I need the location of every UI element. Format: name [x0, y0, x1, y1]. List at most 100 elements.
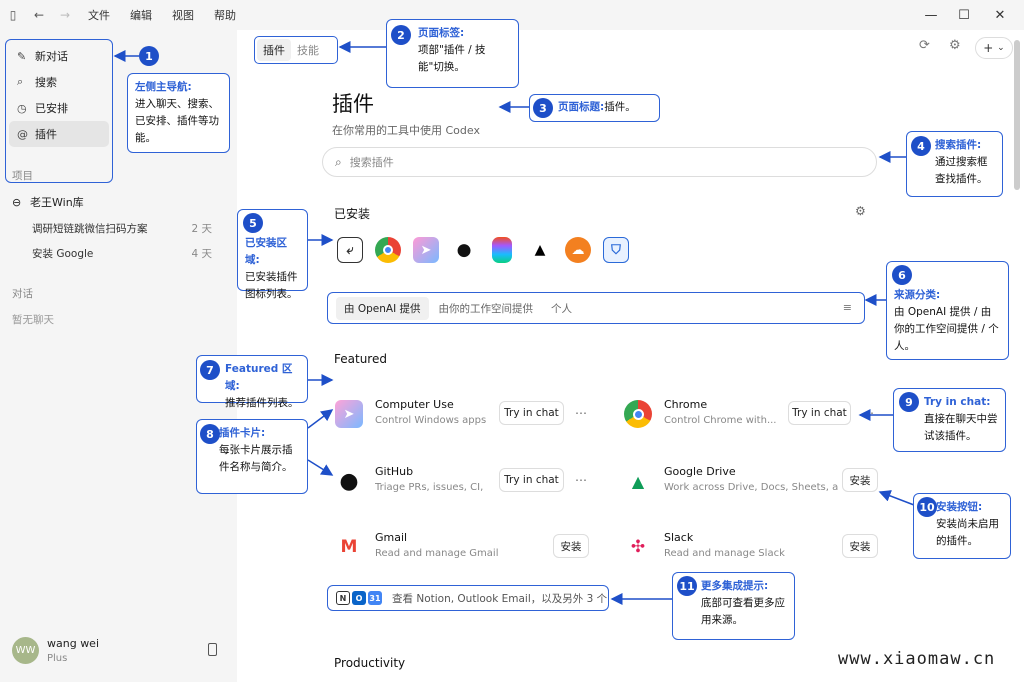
figma-icon[interactable] — [492, 237, 512, 263]
back-arrow-icon[interactable]: ← — [26, 0, 52, 30]
plugin-card[interactable]: ✣ Slack Read and manage Slack 安装 — [624, 526, 889, 570]
menu-help[interactable]: 帮助 — [204, 7, 246, 23]
callout-body: 每张卡片展示插件名称与简介。 — [219, 444, 293, 473]
computer-use-icon[interactable]: ⤶ — [337, 237, 363, 263]
more-integrations-link[interactable]: N O 31 查看 Notion, Outlook Email，以及另外 3 个 — [327, 585, 609, 611]
callout-title: 左侧主导航: — [135, 81, 192, 93]
forward-arrow-icon[interactable]: → — [52, 0, 78, 30]
codex-icon[interactable]: ➤ — [413, 237, 439, 263]
cloudflare-icon[interactable]: ☁ — [565, 237, 591, 263]
annotation-badge: 8 — [200, 424, 220, 444]
projects-label: 项目 — [12, 170, 33, 182]
refresh-icon[interactable]: ⟳ — [919, 38, 930, 53]
install-button[interactable]: 安装 — [553, 534, 589, 558]
user-profile[interactable]: WW wang wei Plus — [12, 637, 99, 664]
annotation-badge: 2 — [391, 25, 411, 45]
sidebar-item-plugins[interactable]: @ 插件 — [9, 121, 109, 147]
callout-title: 页面标题: — [558, 101, 605, 113]
annotation-badge: 6 — [892, 265, 912, 285]
filter-icon[interactable]: ≡ — [843, 301, 852, 314]
try-in-chat-button[interactable]: Try in chat — [499, 468, 564, 492]
more-icon[interactable]: ⋯ — [573, 401, 589, 425]
vercel-icon[interactable]: ▲ — [527, 237, 553, 263]
callout-body: 已安装插件图标列表。 — [245, 271, 298, 300]
try-in-chat-button[interactable]: Try in chat — [499, 401, 564, 425]
computer-use-icon: ➤ — [335, 400, 363, 428]
chat-age: 4 天 — [191, 248, 212, 260]
more-icon[interactable]: ⋯ — [573, 468, 589, 492]
try-in-chat-button[interactable]: Try in chat — [788, 401, 851, 425]
annotation-callout: 左侧主导航: 进入聊天、搜索、已安排、插件等功能。 — [127, 73, 230, 153]
conversations-label: 对话 — [12, 288, 33, 300]
callout-title: 安装按钮: — [936, 501, 983, 513]
project-item[interactable]: ⊖ 老王Win库 — [12, 194, 84, 210]
maximize-icon[interactable]: ☐ — [947, 0, 981, 30]
phone-icon[interactable] — [208, 643, 217, 656]
plugin-name: Computer Use — [375, 398, 454, 411]
install-button[interactable]: 安装 — [842, 468, 878, 492]
plugin-name: Google Drive — [664, 465, 736, 478]
menu-file[interactable]: 文件 — [78, 7, 120, 23]
avatar: WW — [12, 637, 39, 664]
annotation-badge: 10 — [917, 497, 937, 517]
clock-icon: ◷ — [17, 101, 27, 115]
more-icon[interactable]: ⋯ — [860, 401, 876, 425]
annotation-badge: 4 — [911, 136, 931, 156]
search-box: ⌕ — [322, 147, 877, 177]
plugin-card[interactable]: M Gmail Read and manage Gmail 安装 — [335, 526, 600, 570]
filter-personal[interactable]: 个人 — [543, 297, 580, 320]
installed-icons: ⤶ ➤ ● ▲ ☁ ⛉ — [337, 237, 629, 263]
sidebar-item-label: 搜索 — [35, 76, 57, 89]
plugin-card[interactable]: ● GitHub Triage PRs, issues, CI, an... T… — [335, 460, 600, 504]
annotation-badge: 5 — [243, 213, 263, 233]
callout-body: 通过搜索框查找插件。 — [935, 156, 988, 185]
google-drive-icon: ▲ — [631, 471, 645, 491]
tab-skills[interactable]: 技能 — [291, 39, 325, 61]
scrollbar[interactable] — [1014, 40, 1020, 190]
minimize-icon[interactable]: — — [914, 0, 948, 30]
github-icon: ● — [339, 468, 359, 494]
callout-body: 进入聊天、搜索、已安排、插件等功能。 — [135, 98, 219, 144]
sidebar-item-new-chat[interactable]: ✎ 新对话 — [9, 43, 109, 69]
menu-view[interactable]: 视图 — [162, 7, 204, 23]
search-input[interactable] — [349, 155, 830, 169]
page-title: 插件 — [332, 92, 374, 116]
tab-plugins[interactable]: 插件 — [257, 39, 291, 61]
plugin-desc: Read and manage Gmail — [375, 548, 499, 559]
filter-openai[interactable]: 由 OpenAI 提供 — [336, 296, 429, 320]
github-icon[interactable]: ● — [451, 237, 477, 263]
callout-body: 项部"插件 / 技能"切换。 — [418, 44, 486, 73]
chat-item[interactable]: 调研短链跳微信扫码方案 2 天 — [32, 221, 212, 236]
shield-icon[interactable]: ⛉ — [603, 237, 629, 263]
gear-icon[interactable]: ⚙ — [949, 38, 961, 53]
gear-icon[interactable]: ⚙ — [855, 204, 866, 218]
no-chats-label: 暂无聊天 — [12, 314, 54, 326]
sidebar-item-search[interactable]: ⌕ 搜索 — [9, 69, 109, 95]
sidebar-item-label: 新对话 — [35, 50, 68, 63]
callout-title: Featured 区域: — [225, 363, 293, 392]
plugin-card[interactable]: ➤ Computer Use Control Windows apps... T… — [335, 393, 600, 437]
callout-title: 更多集成提示: — [701, 580, 769, 592]
add-button[interactable]: + ⌄ — [975, 37, 1013, 59]
install-button[interactable]: 安装 — [842, 534, 878, 558]
sidebar-toggle-icon[interactable]: ▯ — [0, 0, 26, 30]
source-filter: 由 OpenAI 提供 由你的工作空间提供 个人 ≡ — [327, 292, 865, 324]
callout-title: 插件卡片: — [219, 427, 266, 439]
annotation-badge: 9 — [899, 392, 919, 412]
plugin-desc: Read and manage Slack — [664, 548, 785, 559]
close-icon[interactable]: ✕ — [983, 0, 1017, 30]
featured-heading: Featured — [334, 352, 387, 366]
chat-item[interactable]: 安装 Google 4 天 — [32, 246, 212, 261]
annotation-badge: 1 — [139, 46, 159, 66]
user-plan: Plus — [47, 653, 68, 664]
plugin-card[interactable]: ▲ Google Drive Work across Drive, Docs, … — [624, 460, 889, 504]
plugin-card[interactable]: Chrome Control Chrome with... Try in cha… — [624, 393, 889, 437]
plugin-desc: Work across Drive, Docs, Sheets, and... — [664, 482, 839, 493]
filter-workspace[interactable]: 由你的工作空间提供 — [431, 297, 542, 320]
notion-icon: N — [336, 591, 350, 605]
chrome-icon[interactable] — [375, 237, 401, 263]
sidebar-item-scheduled[interactable]: ◷ 已安排 — [9, 95, 109, 121]
lock-icon: ⊖ — [12, 195, 22, 209]
callout-title: 已安装区域: — [245, 237, 287, 266]
menu-edit[interactable]: 编辑 — [120, 7, 162, 23]
